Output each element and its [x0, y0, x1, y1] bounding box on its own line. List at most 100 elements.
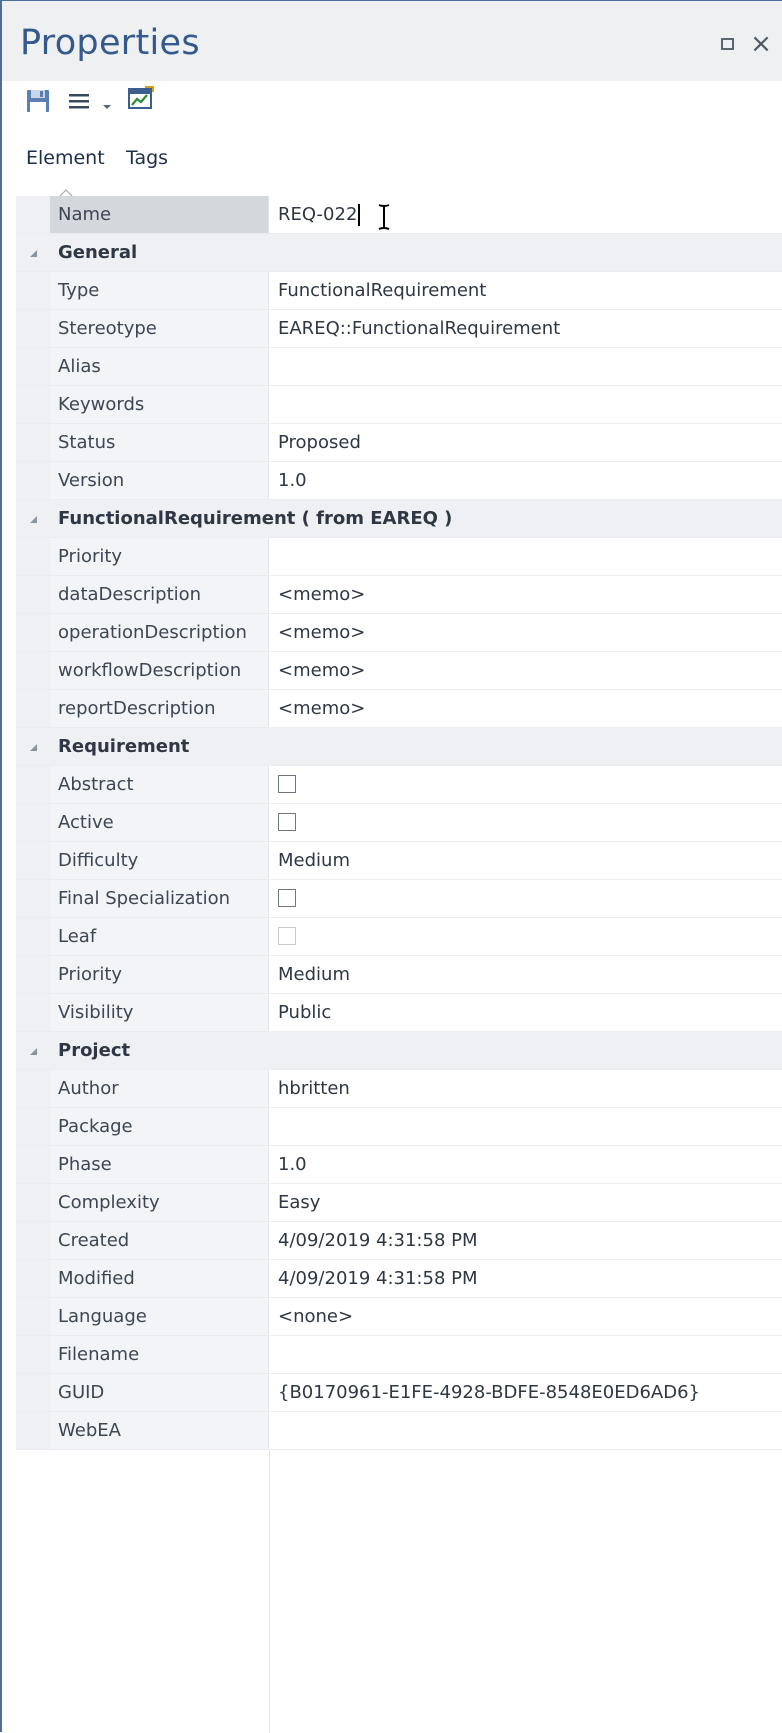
save-button[interactable]: [26, 89, 50, 117]
section-header[interactable]: FunctionalRequirement ( from EAREQ ): [16, 500, 782, 538]
property-value[interactable]: [269, 386, 782, 423]
name-input[interactable]: REQ-022: [269, 196, 782, 233]
name-value: REQ-022: [278, 204, 358, 225]
property-value[interactable]: <memo>: [269, 614, 782, 651]
section-title: Project: [58, 1040, 131, 1061]
property-row[interactable]: dataDescription <memo>: [16, 576, 782, 614]
property-label: Language: [50, 1298, 269, 1335]
collapse-triangle-icon[interactable]: [16, 1032, 50, 1069]
property-value[interactable]: Public: [269, 994, 782, 1031]
property-value[interactable]: {B0170961-E1FE-4928-BDFE-8548E0ED6AD6}: [269, 1374, 782, 1411]
property-row[interactable]: Filename: [16, 1336, 782, 1374]
property-row[interactable]: Final Specialization: [16, 880, 782, 918]
property-row[interactable]: Leaf: [16, 918, 782, 956]
property-row[interactable]: Priority: [16, 538, 782, 576]
menu-button[interactable]: [68, 92, 92, 114]
row-gutter: [16, 994, 50, 1031]
property-row[interactable]: GUID {B0170961-E1FE-4928-BDFE-8548E0ED6AD…: [16, 1374, 782, 1412]
property-value[interactable]: FunctionalRequirement: [269, 272, 782, 309]
property-row[interactable]: Difficulty Medium: [16, 842, 782, 880]
property-value[interactable]: <memo>: [269, 652, 782, 689]
property-row[interactable]: operationDescription <memo>: [16, 614, 782, 652]
property-row[interactable]: Package: [16, 1108, 782, 1146]
section-title: General: [58, 242, 138, 263]
property-value[interactable]: [269, 766, 782, 803]
collapse-triangle-icon[interactable]: [16, 234, 50, 271]
properties-chart-icon: [128, 86, 154, 109]
section-header[interactable]: Requirement: [16, 728, 782, 766]
menu-lines-icon: [69, 94, 89, 109]
collapse-triangle-icon[interactable]: [16, 500, 50, 537]
property-value[interactable]: <memo>: [269, 690, 782, 727]
property-row[interactable]: Complexity Easy: [16, 1184, 782, 1222]
property-value[interactable]: 1.0: [269, 1146, 782, 1183]
row-gutter: [16, 386, 50, 423]
property-row[interactable]: Visibility Public: [16, 994, 782, 1032]
property-row[interactable]: reportDescription <memo>: [16, 690, 782, 728]
checkbox[interactable]: [278, 812, 296, 831]
property-value[interactable]: [269, 538, 782, 575]
property-label: Priority: [50, 538, 269, 575]
tab-tags[interactable]: Tags: [126, 147, 168, 169]
property-row[interactable]: Stereotype EAREQ::FunctionalRequirement: [16, 310, 782, 348]
property-row[interactable]: Modified 4/09/2019 4:31:58 PM: [16, 1260, 782, 1298]
maximize-icon: [720, 38, 734, 50]
property-label: Stereotype: [50, 310, 269, 347]
property-row[interactable]: Keywords: [16, 386, 782, 424]
property-value[interactable]: Medium: [269, 956, 782, 993]
property-value[interactable]: [269, 348, 782, 385]
property-label: Filename: [50, 1336, 269, 1373]
property-row[interactable]: Abstract: [16, 766, 782, 804]
tab-element[interactable]: Element: [26, 147, 105, 169]
collapse-triangle-icon[interactable]: [16, 728, 50, 765]
row-gutter: [16, 576, 50, 613]
property-value[interactable]: hbritten: [269, 1070, 782, 1107]
property-row[interactable]: WebEA: [16, 1412, 782, 1450]
property-value[interactable]: [269, 1336, 782, 1373]
property-label: dataDescription: [50, 576, 269, 613]
property-row[interactable]: Language <none>: [16, 1298, 782, 1336]
property-label: workflowDescription: [50, 652, 269, 689]
close-button[interactable]: ×: [748, 29, 774, 59]
row-gutter: [16, 1184, 50, 1221]
property-value[interactable]: [269, 880, 782, 917]
row-gutter: [16, 1298, 50, 1335]
property-value[interactable]: 1.0: [269, 462, 782, 499]
property-value[interactable]: 4/09/2019 4:31:58 PM: [269, 1222, 782, 1259]
property-value[interactable]: Medium: [269, 842, 782, 879]
property-value[interactable]: [269, 1412, 782, 1449]
property-row[interactable]: Created 4/09/2019 4:31:58 PM: [16, 1222, 782, 1260]
property-value[interactable]: [269, 918, 782, 955]
property-row[interactable]: Alias: [16, 348, 782, 386]
property-row[interactable]: workflowDescription <memo>: [16, 652, 782, 690]
menu-dropdown-button[interactable]: [102, 96, 112, 115]
name-row[interactable]: Name REQ-022: [16, 196, 782, 234]
property-row[interactable]: Type FunctionalRequirement: [16, 272, 782, 310]
property-value[interactable]: 4/09/2019 4:31:58 PM: [269, 1260, 782, 1297]
property-row[interactable]: Priority Medium: [16, 956, 782, 994]
property-value[interactable]: <memo>: [269, 576, 782, 613]
maximize-button[interactable]: [714, 31, 740, 57]
property-row[interactable]: Author hbritten: [16, 1070, 782, 1108]
properties-window: Properties × Element Tags Name REQ-022 G…: [0, 0, 782, 1733]
row-gutter: [16, 1070, 50, 1107]
checkbox[interactable]: [278, 774, 296, 793]
checkbox[interactable]: [278, 888, 296, 907]
property-value[interactable]: <none>: [269, 1298, 782, 1335]
property-value[interactable]: [269, 1108, 782, 1145]
property-value[interactable]: Proposed: [269, 424, 782, 461]
property-value[interactable]: EAREQ::FunctionalRequirement: [269, 310, 782, 347]
property-value[interactable]: [269, 804, 782, 841]
section-header[interactable]: Project: [16, 1032, 782, 1070]
property-row[interactable]: Active: [16, 804, 782, 842]
section-header[interactable]: General: [16, 234, 782, 272]
row-gutter: [16, 956, 50, 993]
properties-chart-button[interactable]: [127, 85, 155, 115]
row-gutter: [16, 1336, 50, 1373]
property-row[interactable]: Version 1.0: [16, 462, 782, 500]
property-value[interactable]: Easy: [269, 1184, 782, 1221]
property-row[interactable]: Status Proposed: [16, 424, 782, 462]
sections-container: General Type FunctionalRequirement Stereoty…: [16, 234, 782, 1450]
property-grid: Name REQ-022 General Type FunctionalRequir…: [16, 196, 782, 1450]
property-row[interactable]: Phase 1.0: [16, 1146, 782, 1184]
